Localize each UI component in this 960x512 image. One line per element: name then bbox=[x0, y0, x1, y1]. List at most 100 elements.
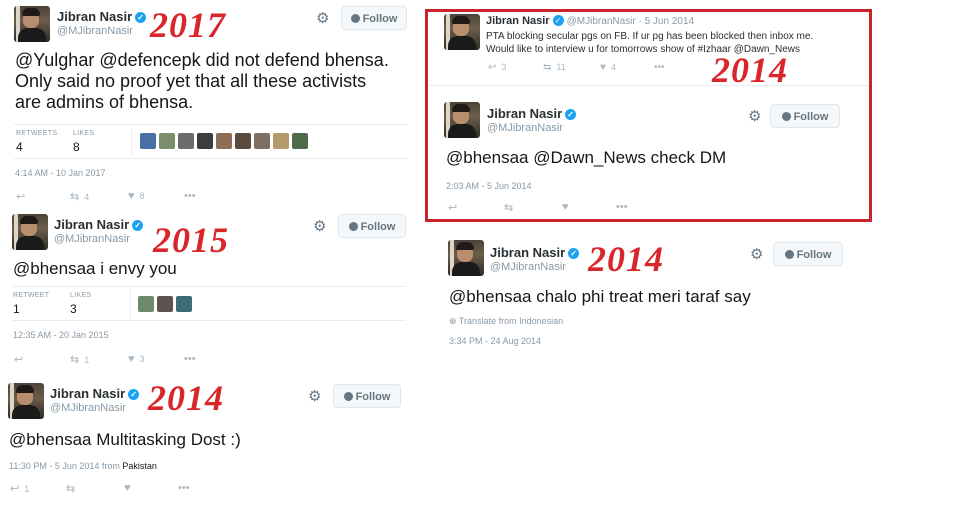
user-plus-icon bbox=[784, 250, 794, 259]
user-handle[interactable]: @MJibranNasir bbox=[490, 261, 566, 273]
user-handle[interactable]: @MJibranNasir bbox=[54, 233, 130, 245]
heart-icon: ♥ bbox=[124, 482, 131, 494]
verified-badge-icon: ✓ bbox=[552, 15, 564, 26]
more-button[interactable]: ••• bbox=[184, 353, 196, 365]
more-icon: ••• bbox=[654, 62, 665, 73]
likes-label: LIKES bbox=[70, 292, 92, 299]
gear-icon[interactable]: ⚙ bbox=[750, 245, 763, 263]
like-button[interactable]: ♥ bbox=[562, 201, 569, 213]
retweet-icon: ⇆ bbox=[70, 191, 80, 203]
reply-icon: ↩ bbox=[16, 191, 26, 203]
follow-button[interactable]: Follow bbox=[341, 6, 407, 30]
reply-icon: ↩ bbox=[448, 202, 458, 214]
user-plus-icon bbox=[343, 392, 353, 401]
display-name[interactable]: Jibran Nasir ✓ bbox=[50, 386, 140, 401]
follow-button[interactable]: Follow bbox=[770, 104, 840, 128]
translate-link[interactable]: ⊕ Translate from Indonesian bbox=[449, 316, 563, 327]
user-handle[interactable]: @MJibranNasir bbox=[57, 25, 133, 37]
like-button[interactable]: ♥ 4 bbox=[600, 62, 616, 73]
verified-badge-icon: ✓ bbox=[565, 109, 577, 120]
reply-button[interactable]: ↩ bbox=[448, 201, 457, 214]
more-icon: ••• bbox=[184, 190, 196, 202]
tweet-header: Jibran Nasir ✓ @MJibranNasir · 5 Jun 2014 bbox=[486, 15, 694, 27]
retweets-label: RETWEETS bbox=[16, 130, 58, 137]
like-button[interactable]: ♥ bbox=[124, 482, 131, 494]
retweet-button[interactable]: ⇆ 4 bbox=[70, 190, 89, 203]
retweet-icon: ⇆ bbox=[504, 202, 514, 214]
retweets-count[interactable]: 1 bbox=[13, 302, 20, 316]
tweet-text: @bhensaa @Dawn_News check DM bbox=[446, 148, 727, 167]
avatar[interactable] bbox=[444, 14, 480, 50]
globe-icon: ⊕ bbox=[449, 316, 457, 326]
avatar[interactable] bbox=[448, 240, 484, 276]
reply-icon: ↩ bbox=[488, 62, 497, 73]
like-button[interactable]: ♥ 3 bbox=[128, 353, 145, 365]
verified-badge-icon: ✓ bbox=[135, 12, 147, 23]
tweet-timestamp[interactable]: 4:14 AM - 10 Jan 2017 bbox=[15, 168, 106, 178]
avatar[interactable] bbox=[8, 383, 44, 419]
reply-button[interactable]: ↩ bbox=[16, 190, 25, 203]
retweet-icon: ⇆ bbox=[70, 354, 80, 366]
retweets-count[interactable]: 4 bbox=[16, 140, 23, 154]
follow-button[interactable]: Follow bbox=[773, 242, 843, 266]
year-annotation: 2017 bbox=[150, 5, 226, 45]
gear-icon[interactable]: ⚙ bbox=[748, 107, 761, 125]
more-button[interactable]: ••• bbox=[654, 62, 665, 73]
tweet-timestamp[interactable]: 2:03 AM - 5 Jun 2014 bbox=[446, 181, 532, 191]
tweet-text: @bhensaa i envy you bbox=[13, 259, 177, 278]
retweet-button[interactable]: ⇆ 11 bbox=[543, 62, 566, 73]
reply-button[interactable]: ↩ 3 bbox=[488, 62, 506, 73]
gear-icon[interactable]: ⚙ bbox=[316, 9, 329, 27]
user-plus-icon bbox=[348, 222, 358, 231]
gear-icon[interactable]: ⚙ bbox=[308, 387, 321, 405]
year-annotation: 2014 bbox=[148, 378, 224, 418]
heart-icon: ♥ bbox=[600, 62, 606, 73]
retweet-button[interactable]: ⇆ 1 bbox=[70, 353, 89, 366]
likes-count[interactable]: 3 bbox=[70, 302, 77, 316]
follow-button[interactable]: Follow bbox=[338, 214, 406, 238]
heart-icon: ♥ bbox=[128, 190, 135, 202]
more-button[interactable]: ••• bbox=[616, 201, 628, 213]
more-button[interactable]: ••• bbox=[178, 482, 190, 494]
avatar[interactable] bbox=[444, 102, 480, 138]
more-icon: ••• bbox=[178, 482, 190, 494]
reply-button[interactable]: ↩ bbox=[14, 353, 23, 366]
display-name[interactable]: Jibran Nasir ✓ bbox=[487, 106, 577, 121]
tweet-location[interactable]: Pakistan bbox=[122, 461, 157, 471]
user-plus-icon bbox=[781, 112, 791, 121]
retweet-button[interactable]: ⇆ bbox=[504, 201, 513, 214]
heart-icon: ♥ bbox=[128, 353, 135, 365]
display-name[interactable]: Jibran Nasir ✓ bbox=[57, 9, 147, 24]
reply-button[interactable]: ↩ 1 bbox=[10, 482, 29, 495]
gear-icon[interactable]: ⚙ bbox=[313, 217, 326, 235]
avatar[interactable] bbox=[12, 214, 48, 250]
heart-icon: ♥ bbox=[562, 201, 569, 213]
retweet-button[interactable]: ⇆ bbox=[66, 482, 75, 495]
handle-and-date[interactable]: @MJibranNasir · 5 Jun 2014 bbox=[567, 16, 694, 27]
tweet-timestamp[interactable]: 12:35 AM - 20 Jan 2015 bbox=[13, 330, 109, 340]
retweets-label: RETWEET bbox=[13, 292, 50, 299]
follow-button[interactable]: Follow bbox=[333, 384, 401, 408]
like-button[interactable]: ♥ 8 bbox=[128, 190, 145, 202]
tweet-text: @Yulghar @defencepk did not defend bhens… bbox=[15, 50, 389, 112]
avatar[interactable] bbox=[14, 6, 50, 42]
retweet-icon: ⇆ bbox=[543, 62, 552, 73]
liker-avatars[interactable] bbox=[138, 296, 192, 312]
tweet-timestamp[interactable]: 3:34 PM - 24 Aug 2014 bbox=[449, 336, 541, 346]
reply-icon: ↩ bbox=[14, 354, 24, 366]
display-name[interactable]: Jibran Nasir ✓ bbox=[54, 217, 144, 232]
verified-badge-icon: ✓ bbox=[132, 220, 144, 231]
tweet-text: @bhensaa Multitasking Dost :) bbox=[9, 430, 241, 449]
user-handle[interactable]: @MJibranNasir bbox=[50, 402, 126, 414]
tweet-timestamp[interactable]: 11:30 PM - 5 Jun 2014 from Pakistan bbox=[9, 461, 157, 471]
likes-label: LIKES bbox=[73, 130, 95, 137]
display-name[interactable]: Jibran Nasir bbox=[486, 15, 550, 27]
user-handle[interactable]: @MJibranNasir bbox=[487, 122, 563, 134]
likes-count[interactable]: 8 bbox=[73, 140, 80, 154]
liker-avatars[interactable] bbox=[140, 133, 308, 149]
display-name[interactable]: Jibran Nasir ✓ bbox=[490, 245, 580, 260]
retweet-icon: ⇆ bbox=[66, 483, 76, 495]
more-icon: ••• bbox=[616, 201, 628, 213]
more-icon: ••• bbox=[184, 353, 196, 365]
more-button[interactable]: ••• bbox=[184, 190, 196, 202]
